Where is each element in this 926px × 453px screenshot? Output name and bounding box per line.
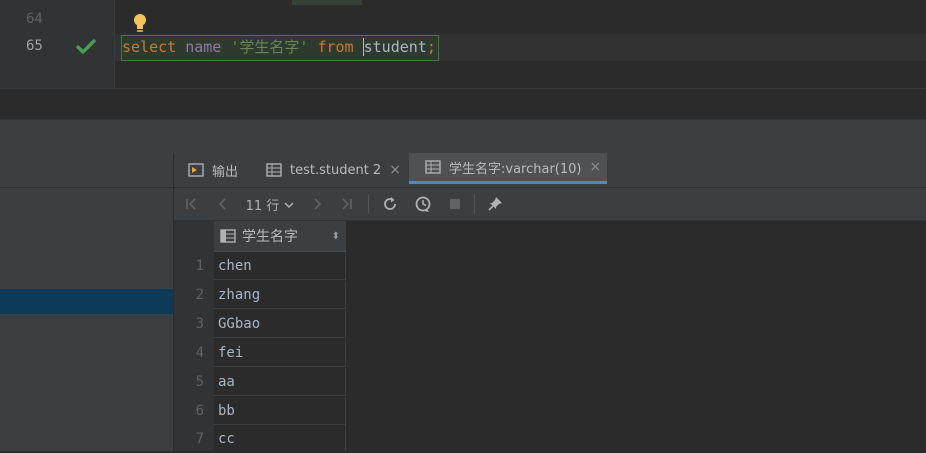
chevron-down-icon [284,199,294,209]
sort-icon[interactable]: ⬍ [332,231,340,242]
toolbar-separator [474,194,475,214]
row-number: 6 [195,403,204,419]
column-header[interactable]: 学生名字 ⬍ [214,221,346,252]
table-cell[interactable]: zhang [214,281,346,309]
table-cell[interactable]: GGbao [214,310,346,338]
tab-column-varchar-label: 学生名字:varchar(10) [449,161,582,177]
close-icon[interactable]: × [389,162,401,178]
sql-statement[interactable]: select name '学生名字' from student; [121,35,439,61]
tab-test-student-2-label: test.student 2 [290,162,382,178]
output-console-icon [188,162,204,178]
table-name: student [362,38,427,56]
tab-column-varchar[interactable]: 学生名字:varchar(10) × [409,153,607,184]
close-icon[interactable]: × [589,159,601,175]
table-cell[interactable]: cc [214,425,346,451]
panel-divider[interactable] [0,119,926,154]
tab-output[interactable]: 输出 [188,153,250,187]
row-number: 7 [195,431,204,447]
row-number: 1 [195,258,204,274]
row-number: 5 [195,374,204,390]
tab-test-student-2[interactable]: test.student 2 × [266,153,406,187]
side-panel-selected-row[interactable] [0,289,173,314]
first-page-icon[interactable] [180,188,202,220]
line-number-64: 64 [26,11,43,27]
table-grid-icon [425,159,441,175]
prev-page-icon[interactable] [212,188,234,220]
rows-count-dropdown[interactable]: 11 行 [242,188,298,220]
column-header-label: 学生名字 [242,229,298,245]
tab-output-label: 输出 [212,164,239,180]
previous-line-highlight [292,0,362,5]
column-type-icon [220,228,236,244]
table-cell[interactable]: bb [214,397,346,425]
column-identifier: name [185,38,222,56]
editor-lower-area [0,88,926,121]
row-number: 4 [195,345,204,361]
run-success-check-icon[interactable] [76,38,96,56]
alias-string: '学生名字' [230,38,309,56]
keyword-select: select [122,38,177,56]
row-number: 2 [195,287,204,303]
table-cell[interactable]: aa [214,368,346,396]
rows-count-label: 11 行 [245,198,280,214]
history-icon[interactable] [410,188,436,220]
last-page-icon[interactable] [336,188,358,220]
lightbulb-icon[interactable] [130,12,150,34]
statement-terminator: ; [426,38,436,56]
line-number-65: 65 [26,38,43,54]
next-page-icon[interactable] [306,188,328,220]
table-grid-icon [266,162,282,178]
stop-icon[interactable] [444,188,466,220]
side-panel-header [0,153,173,188]
refresh-icon[interactable] [378,188,402,220]
keyword-from: from [317,38,354,56]
toolbar-separator [368,194,369,214]
table-cell[interactable]: chen [214,252,346,280]
pin-icon[interactable] [484,188,506,220]
table-cell[interactable]: fei [214,339,346,367]
row-number: 3 [195,316,204,332]
